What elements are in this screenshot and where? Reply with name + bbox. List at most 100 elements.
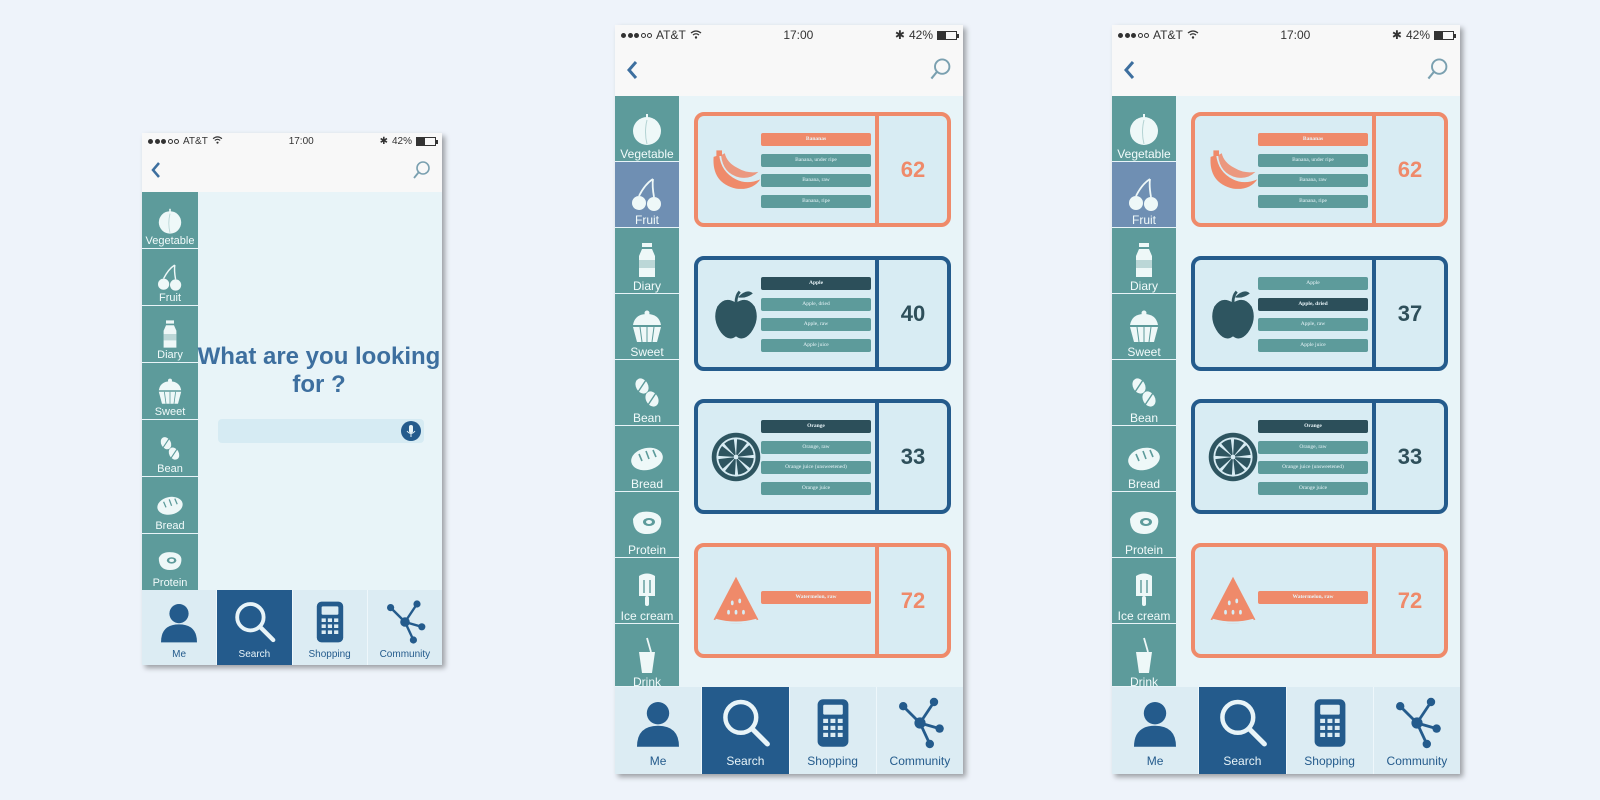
- sidebar-item-drink[interactable]: Drink: [1112, 624, 1176, 686]
- sidebar-item-sweet[interactable]: Sweet: [615, 294, 679, 360]
- food-variant-item[interactable]: Banana, raw: [761, 174, 871, 187]
- sidebar-item-ice-cream[interactable]: Ice cream: [1112, 558, 1176, 624]
- food-variant-item[interactable]: Orange juice (unsweetened): [761, 461, 871, 474]
- sidebar-item-label: Diary: [157, 349, 183, 361]
- food-variant-item[interactable]: Apple: [761, 277, 871, 290]
- sidebar-item-sweet[interactable]: Sweet: [142, 363, 198, 420]
- sidebar-item-sweet[interactable]: Sweet: [1112, 294, 1176, 360]
- food-variant-item[interactable]: Orange: [1258, 420, 1368, 433]
- back-icon[interactable]: [1122, 59, 1136, 86]
- food-variant-item[interactable]: Orange, raw: [761, 440, 871, 454]
- popsicle-icon: [627, 570, 667, 610]
- sidebar-item-protein[interactable]: Protein: [615, 492, 679, 558]
- food-variant-item[interactable]: Banana, under ripe: [761, 153, 871, 167]
- watermelon-icon: [708, 573, 764, 629]
- food-card[interactable]: Orange Orange, raw Orange juice (unsweeten…: [694, 399, 951, 514]
- food-variant-item[interactable]: Orange juice (unsweetened): [1258, 461, 1368, 474]
- sidebar-item-ice-cream[interactable]: Ice cream: [615, 558, 679, 624]
- nav-community[interactable]: Community: [875, 687, 963, 774]
- food-variant-item[interactable]: Apple, raw: [1258, 318, 1368, 331]
- food-variant-item[interactable]: Banana, under ripe: [1258, 153, 1368, 167]
- carrier-label: AT&T: [656, 28, 686, 42]
- food-card[interactable]: Orange Orange, raw Orange juice (unsweeten…: [1191, 399, 1448, 514]
- food-variant-item[interactable]: Orange: [761, 420, 871, 433]
- sidebar-item-bean[interactable]: Bean: [1112, 360, 1176, 426]
- food-variant-item[interactable]: Orange juice: [1258, 481, 1368, 495]
- nav-shopping[interactable]: Shopping: [291, 590, 367, 665]
- food-variant-item[interactable]: Banana, ripe: [761, 194, 871, 208]
- sidebar-item-drink[interactable]: Drink: [615, 624, 679, 686]
- sidebar-item-bean[interactable]: Bean: [615, 360, 679, 426]
- sidebar-item-label: Bean: [157, 463, 183, 475]
- sidebar-item-bread[interactable]: Bread: [615, 426, 679, 492]
- food-variant-item[interactable]: Watermelon, raw: [1258, 591, 1368, 604]
- food-variant-item[interactable]: Orange, raw: [1258, 440, 1368, 454]
- nav-me[interactable]: Me: [1112, 687, 1198, 774]
- sidebar-item-fruit[interactable]: Fruit: [1112, 162, 1176, 228]
- phone-screen-results-selected: AT&T 17:00 ✱ 42% Vegetable Fruit Diary Swee…: [1112, 25, 1460, 774]
- search-icon[interactable]: [929, 57, 953, 86]
- back-icon[interactable]: [625, 59, 639, 86]
- food-card[interactable]: Watermelon, raw 72: [694, 543, 951, 658]
- food-card[interactable]: Apple Apple, dried Apple, raw Apple juice 40: [694, 256, 951, 371]
- nav-label: Search: [238, 649, 271, 660]
- food-card[interactable]: Apple Apple, dried Apple, raw Apple juice 37: [1191, 256, 1448, 371]
- sidebar-item-diary[interactable]: Diary: [1112, 228, 1176, 294]
- food-variant-item[interactable]: Apple: [1258, 277, 1368, 290]
- nav-community[interactable]: Community: [366, 590, 442, 665]
- nav-bar: [1112, 45, 1460, 96]
- sidebar-item-label: Ice cream: [620, 609, 674, 623]
- nav-search[interactable]: Search: [701, 687, 789, 774]
- food-variant-item[interactable]: Bananas: [1258, 133, 1368, 146]
- sidebar-item-vegetable[interactable]: Vegetable: [142, 192, 198, 249]
- nav-shopping[interactable]: Shopping: [1285, 687, 1373, 774]
- sidebar-item-bean[interactable]: Bean: [142, 420, 198, 477]
- sidebar-item-label: Fruit: [635, 213, 659, 227]
- search-icon[interactable]: [1426, 57, 1450, 86]
- nav-me[interactable]: Me: [615, 687, 701, 774]
- sidebar-item-bread[interactable]: Bread: [1112, 426, 1176, 492]
- search-icon[interactable]: [412, 160, 432, 185]
- food-variant-item[interactable]: Bananas: [761, 133, 871, 146]
- sidebar-item-fruit[interactable]: Fruit: [615, 162, 679, 228]
- sidebar-item-diary[interactable]: Diary: [142, 306, 198, 363]
- search-field[interactable]: [218, 419, 424, 443]
- food-card[interactable]: Bananas Banana, under ripe Banana, raw Bana…: [1191, 112, 1448, 227]
- sidebar-item-protein[interactable]: Protein: [142, 534, 198, 590]
- sidebar-item-bread[interactable]: Bread: [142, 477, 198, 534]
- search-input[interactable]: [218, 419, 424, 443]
- food-variant-item[interactable]: Watermelon, raw: [761, 591, 871, 604]
- sidebar-item-label: Sweet: [630, 345, 664, 359]
- cupcake-icon: [154, 375, 186, 407]
- food-variant-item[interactable]: Apple juice: [761, 338, 871, 352]
- nav-search[interactable]: Search: [216, 590, 292, 665]
- sidebar-item-diary[interactable]: Diary: [615, 228, 679, 294]
- food-variant-item[interactable]: Orange juice: [761, 481, 871, 495]
- food-variant-item[interactable]: Apple juice: [1258, 338, 1368, 352]
- food-variant-item[interactable]: Apple, dried: [1258, 297, 1368, 311]
- nav-search[interactable]: Search: [1198, 687, 1286, 774]
- nav-shopping[interactable]: Shopping: [788, 687, 876, 774]
- nav-community[interactable]: Community: [1372, 687, 1460, 774]
- food-card[interactable]: Bananas Banana, under ripe Banana, raw Bana…: [694, 112, 951, 227]
- sidebar-item-fruit[interactable]: Fruit: [142, 249, 198, 306]
- phone-screen-search: AT&T 17:00 ✱ 42% Vegetable Fruit Diary Swee…: [142, 133, 442, 665]
- food-variant-item[interactable]: Apple, dried: [761, 297, 871, 311]
- food-variant-item[interactable]: Banana, raw: [1258, 174, 1368, 187]
- sidebar-item-protein[interactable]: Protein: [1112, 492, 1176, 558]
- time-label: 17:00: [288, 135, 314, 147]
- bottom-nav: Me Search Shopping Community: [615, 687, 963, 774]
- cupcake-icon: [1124, 306, 1164, 346]
- network-icon: [381, 598, 429, 646]
- sidebar-item-vegetable[interactable]: Vegetable: [615, 96, 679, 162]
- food-variant-item[interactable]: Banana, ripe: [1258, 194, 1368, 208]
- food-variant-item[interactable]: Apple, raw: [761, 318, 871, 331]
- nav-me[interactable]: Me: [142, 590, 216, 665]
- back-icon[interactable]: [150, 161, 162, 184]
- sidebar-item-label: Sweet: [1127, 345, 1161, 359]
- microphone-icon[interactable]: [401, 421, 421, 441]
- food-card[interactable]: Watermelon, raw 72: [1191, 543, 1448, 658]
- carrier-label: AT&T: [183, 135, 208, 147]
- sidebar-item-vegetable[interactable]: Vegetable: [1112, 96, 1176, 162]
- steak-icon: [627, 504, 667, 544]
